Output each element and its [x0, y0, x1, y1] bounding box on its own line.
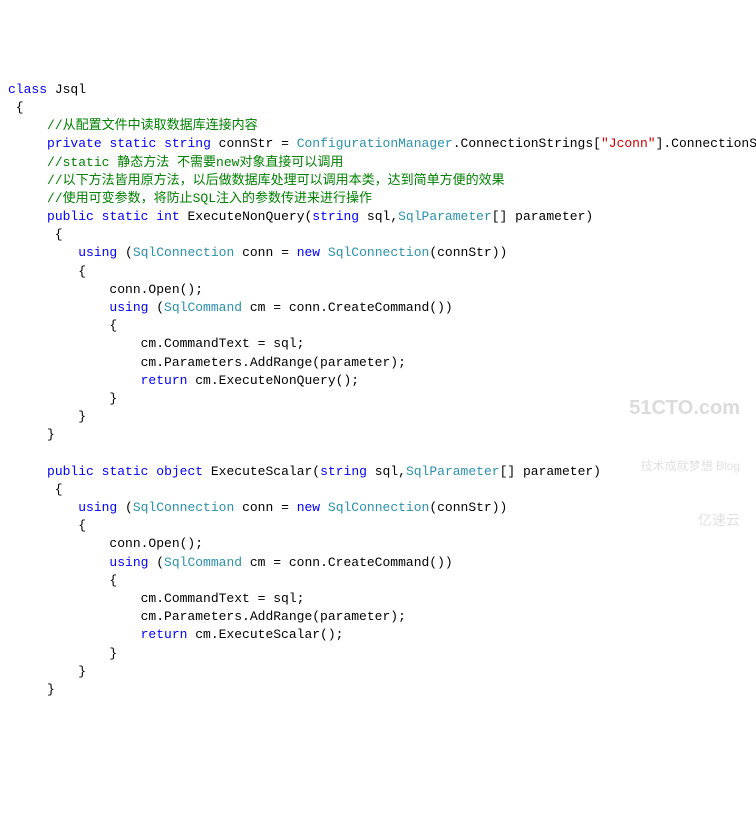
identifier: connStr = — [211, 136, 297, 151]
brace: { — [8, 227, 63, 242]
brace: { — [8, 573, 117, 588]
comment: //使用可变参数，将防止SQL注入的参数传进来进行操作 — [47, 191, 372, 206]
code-block: class Jsql { //从配置文件中读取数据库连接内容 private s… — [8, 81, 748, 699]
indent — [8, 500, 78, 515]
brace: } — [8, 409, 86, 424]
type: ConfigurationManager — [297, 136, 453, 151]
code-line: conn.Open(); — [8, 536, 203, 551]
indent — [8, 300, 109, 315]
identifier: Jsql — [47, 82, 86, 97]
identifier: sql, — [367, 464, 406, 479]
identifier: sql, — [359, 209, 398, 224]
identifier: [] parameter) — [492, 209, 593, 224]
identifier: (connStr)) — [429, 500, 507, 515]
type: SqlConnection — [133, 245, 234, 260]
identifier: conn = — [234, 500, 296, 515]
brace: { — [8, 264, 86, 279]
type: SqlCommand — [164, 555, 242, 570]
indent — [8, 555, 109, 570]
identifier: ( — [148, 555, 164, 570]
indent — [8, 464, 47, 479]
identifier: ( — [148, 300, 164, 315]
indent — [8, 627, 141, 642]
type: SqlCommand — [164, 300, 242, 315]
type: SqlParameter — [398, 209, 492, 224]
indent — [8, 136, 47, 151]
keyword: using — [109, 555, 148, 570]
keyword: using — [78, 245, 117, 260]
indent — [8, 245, 78, 260]
keyword: public — [47, 209, 94, 224]
indent — [8, 155, 47, 170]
brace: { — [8, 318, 117, 333]
type: SqlConnection — [328, 245, 429, 260]
type: SqlConnection — [328, 500, 429, 515]
keyword: string — [164, 136, 211, 151]
brace: } — [8, 682, 55, 697]
identifier: conn = — [234, 245, 296, 260]
indent — [8, 373, 141, 388]
keyword: new — [297, 245, 320, 260]
identifier: ( — [117, 500, 133, 515]
brace: { — [8, 518, 86, 533]
code-line: cm.CommandText = sql; — [8, 336, 304, 351]
identifier: cm = conn.CreateCommand()) — [242, 300, 453, 315]
identifier: ( — [117, 245, 133, 260]
brace: } — [8, 646, 117, 661]
keyword: string — [312, 209, 359, 224]
brace: { — [8, 482, 63, 497]
comment: //从配置文件中读取数据库连接内容 — [47, 118, 258, 133]
brace: { — [8, 100, 24, 115]
keyword: public — [47, 464, 94, 479]
keyword: using — [109, 300, 148, 315]
brace: } — [8, 664, 86, 679]
type: SqlConnection — [133, 500, 234, 515]
keyword: return — [141, 627, 188, 642]
keyword: static — [102, 464, 149, 479]
comment: //static 静态方法 不需要new对象直接可以调用 — [47, 155, 343, 170]
brace: } — [8, 391, 117, 406]
keyword: static — [102, 209, 149, 224]
indent — [8, 118, 47, 133]
keyword: string — [320, 464, 367, 479]
keyword: return — [141, 373, 188, 388]
type: SqlParameter — [406, 464, 500, 479]
indent — [8, 209, 47, 224]
code-line: cm.Parameters.AddRange(parameter); — [8, 609, 406, 624]
identifier: ].ConnectionString; — [656, 136, 756, 151]
identifier: ExecuteScalar( — [203, 464, 320, 479]
indent — [8, 173, 47, 188]
identifier: [] parameter) — [500, 464, 601, 479]
comment: //以下方法皆用原方法，以后做数据库处理可以调用本类，达到简单方便的效果 — [47, 173, 505, 188]
indent — [8, 191, 47, 206]
identifier: .ConnectionStrings[ — [453, 136, 601, 151]
string: "Jconn" — [601, 136, 656, 151]
identifier: cm.ExecuteScalar(); — [187, 627, 343, 642]
keyword: static — [109, 136, 156, 151]
code-line: cm.Parameters.AddRange(parameter); — [8, 355, 406, 370]
brace: } — [8, 427, 55, 442]
keyword: new — [297, 500, 320, 515]
code-line: conn.Open(); — [8, 282, 203, 297]
keyword: private — [47, 136, 102, 151]
code-line: cm.CommandText = sql; — [8, 591, 304, 606]
keyword: class — [8, 82, 47, 97]
identifier: cm.ExecuteNonQuery(); — [187, 373, 359, 388]
keyword: using — [78, 500, 117, 515]
keyword: object — [156, 464, 203, 479]
identifier: ExecuteNonQuery( — [180, 209, 313, 224]
keyword: int — [156, 209, 179, 224]
identifier: (connStr)) — [429, 245, 507, 260]
identifier: cm = conn.CreateCommand()) — [242, 555, 453, 570]
